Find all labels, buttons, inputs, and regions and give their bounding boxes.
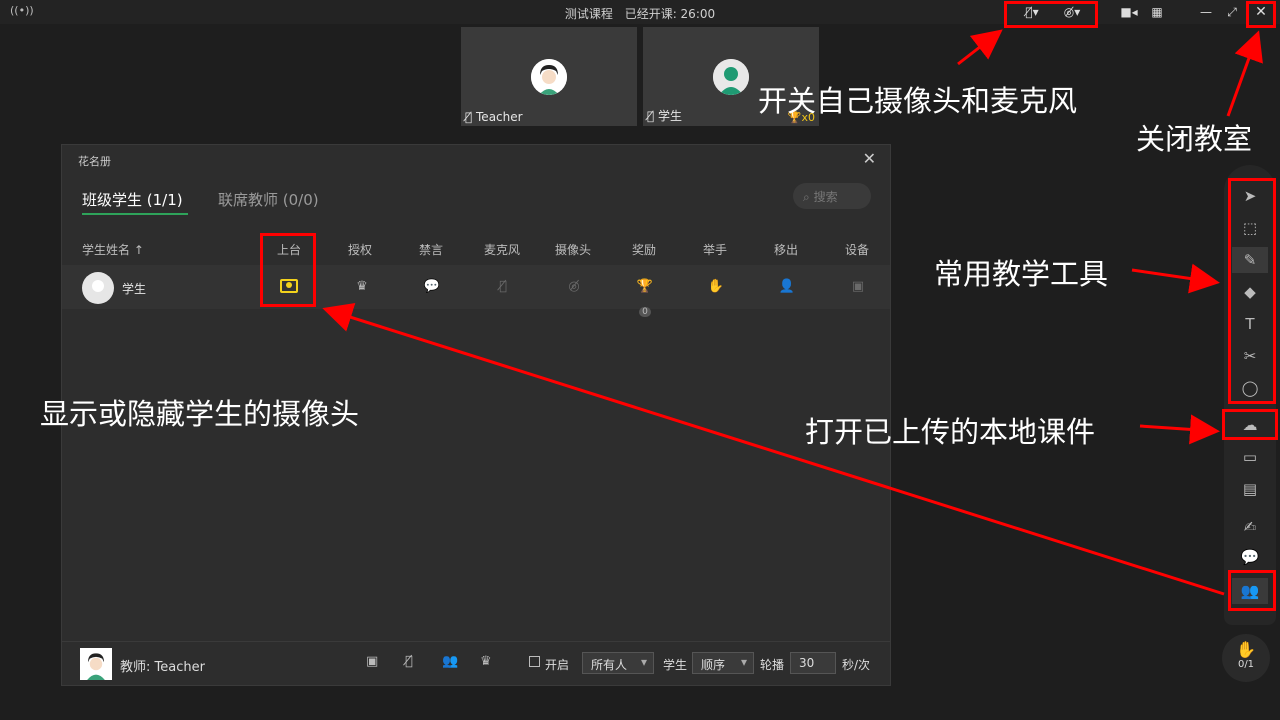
arrow-tools	[1131, 263, 1220, 294]
trophy-icon[interactable]: 🏆0	[635, 277, 655, 317]
teacher-avatar	[80, 648, 112, 680]
crown-icon[interactable]: ♛	[352, 277, 372, 297]
all-stage-icon[interactable]: ▣	[366, 654, 378, 669]
teacher-avatar	[531, 59, 567, 95]
mic-off-icon[interactable]: 🎙̸	[493, 277, 513, 297]
student-label: 学生	[663, 658, 688, 672]
raise-hand-button[interactable]: ✋ 0/1	[1222, 634, 1270, 682]
student-avatar	[713, 59, 749, 95]
table-row: 学生 ♛ 💬 🎙̸ ◎̸ 🏆0 ✋ 👤 ▣	[62, 265, 890, 317]
roster-close-icon[interactable]: ✕	[863, 149, 876, 168]
annotation-camera-mic: 开关自己摄像头和麦克风	[758, 84, 1078, 118]
highlight-box-close	[1246, 1, 1276, 28]
video-layout-button[interactable]: ■◂	[1118, 3, 1140, 21]
interval-stepper[interactable]: 30	[790, 652, 836, 674]
reward-count: 0	[639, 306, 651, 317]
raise-hand-icon: ✋	[707, 279, 725, 294]
col-device: 设备	[845, 243, 870, 257]
audience-select[interactable]: 所有人	[582, 652, 654, 674]
roster-title: 花名册	[78, 155, 111, 168]
device-icon[interactable]: ▣	[848, 277, 868, 297]
video-icon: ■◂	[1120, 5, 1138, 19]
tile-name: 🎙̸ Teacher	[465, 110, 523, 124]
rotate-label: 轮播	[760, 658, 785, 672]
mute-all-icon[interactable]: 🎙̸	[405, 654, 413, 669]
chat-icon[interactable]: 💬	[1232, 544, 1268, 570]
camera-off-icon[interactable]: ◎̸	[564, 277, 584, 297]
search-placeholder: 搜索	[813, 190, 838, 204]
classroom-app: ((•)) 测试课程 已经开课: 26:00 🎙̸▾ ◎̸▾ ■◂ ▦ — ⤢ …	[0, 0, 1280, 720]
annotation-teaching-tools: 常用教学工具	[934, 257, 1109, 291]
col-student-name[interactable]: 学生姓名 ↑	[82, 241, 144, 258]
users-icon[interactable]: 👥	[442, 654, 458, 669]
edit-icon[interactable]: ✍	[1232, 514, 1268, 540]
course-title: 测试课程	[564, 7, 613, 21]
arrow-close	[1226, 30, 1263, 117]
annotation-courseware: 打开已上传的本地课件	[805, 415, 1096, 449]
arrow-courseware	[1139, 414, 1220, 445]
enable-checkbox[interactable]	[529, 656, 540, 667]
col-camera: 摄像头	[555, 243, 592, 257]
maximize-button[interactable]: ⤢	[1222, 3, 1242, 21]
elapsed-time: 已经开课: 26:00	[624, 7, 716, 21]
annotation-student-camera: 显示或隐藏学生的摄像头	[40, 397, 360, 431]
search-icon: ⌕	[803, 190, 810, 204]
unit-label: 秒/次	[842, 658, 871, 672]
search-input[interactable]: ⌕ 搜索	[793, 183, 871, 209]
chat-bubble-icon[interactable]: 💬	[422, 277, 442, 297]
arrow-mic-camera	[957, 29, 1003, 66]
avatar	[82, 272, 114, 304]
document-icon[interactable]: ▤	[1232, 476, 1268, 502]
grid-icon: ▦	[1151, 5, 1163, 19]
highlight-box-roster	[1228, 570, 1276, 611]
toolbox-icon[interactable]: ▭	[1232, 444, 1268, 470]
remove-user-icon[interactable]: 👤	[777, 277, 797, 297]
tab-class-students[interactable]: 班级学生 (1/1)	[82, 189, 183, 210]
grid-view-button[interactable]: ▦	[1147, 3, 1167, 21]
highlight-box-mic-camera	[1004, 1, 1098, 28]
enable-label: 开启	[545, 658, 570, 672]
highlight-box-stage	[260, 233, 316, 307]
video-tile-teacher[interactable]: 🎙̸ Teacher	[461, 27, 637, 126]
highlight-box-courseware	[1222, 409, 1278, 440]
tab-underline	[82, 213, 188, 215]
col-raise-hand: 举手	[703, 243, 728, 257]
col-mute-chat: 禁言	[419, 243, 444, 257]
tile-name: 🎙̸ 学生	[647, 109, 683, 123]
crown-icon[interactable]: ♛	[480, 654, 492, 669]
tile-name-text: 学生	[658, 109, 683, 123]
hand-count: 0/1	[1237, 659, 1255, 670]
roster-footer: 教师: Teacher ▣ 🎙̸ 👥 ♛ 开启 所有人 学生 顺序 轮播 30 …	[62, 641, 890, 685]
col-authorize: 授权	[348, 243, 373, 257]
col-reward: 奖励	[632, 243, 657, 257]
annotation-close-room: 关闭教室	[1136, 122, 1253, 156]
highlight-box-tools	[1228, 178, 1276, 404]
tab-co-teachers[interactable]: 联席教师 (0/0)	[218, 189, 319, 210]
raise-hand-icon: ✋	[1236, 640, 1256, 659]
order-select[interactable]: 顺序	[692, 652, 754, 674]
col-remove: 移出	[774, 243, 799, 257]
student-name: 学生	[122, 282, 147, 296]
minimize-button[interactable]: —	[1196, 3, 1216, 21]
col-microphone: 麦克风	[484, 243, 521, 257]
tile-name-text: Teacher	[476, 110, 523, 124]
teacher-label: 教师: Teacher	[120, 660, 205, 675]
